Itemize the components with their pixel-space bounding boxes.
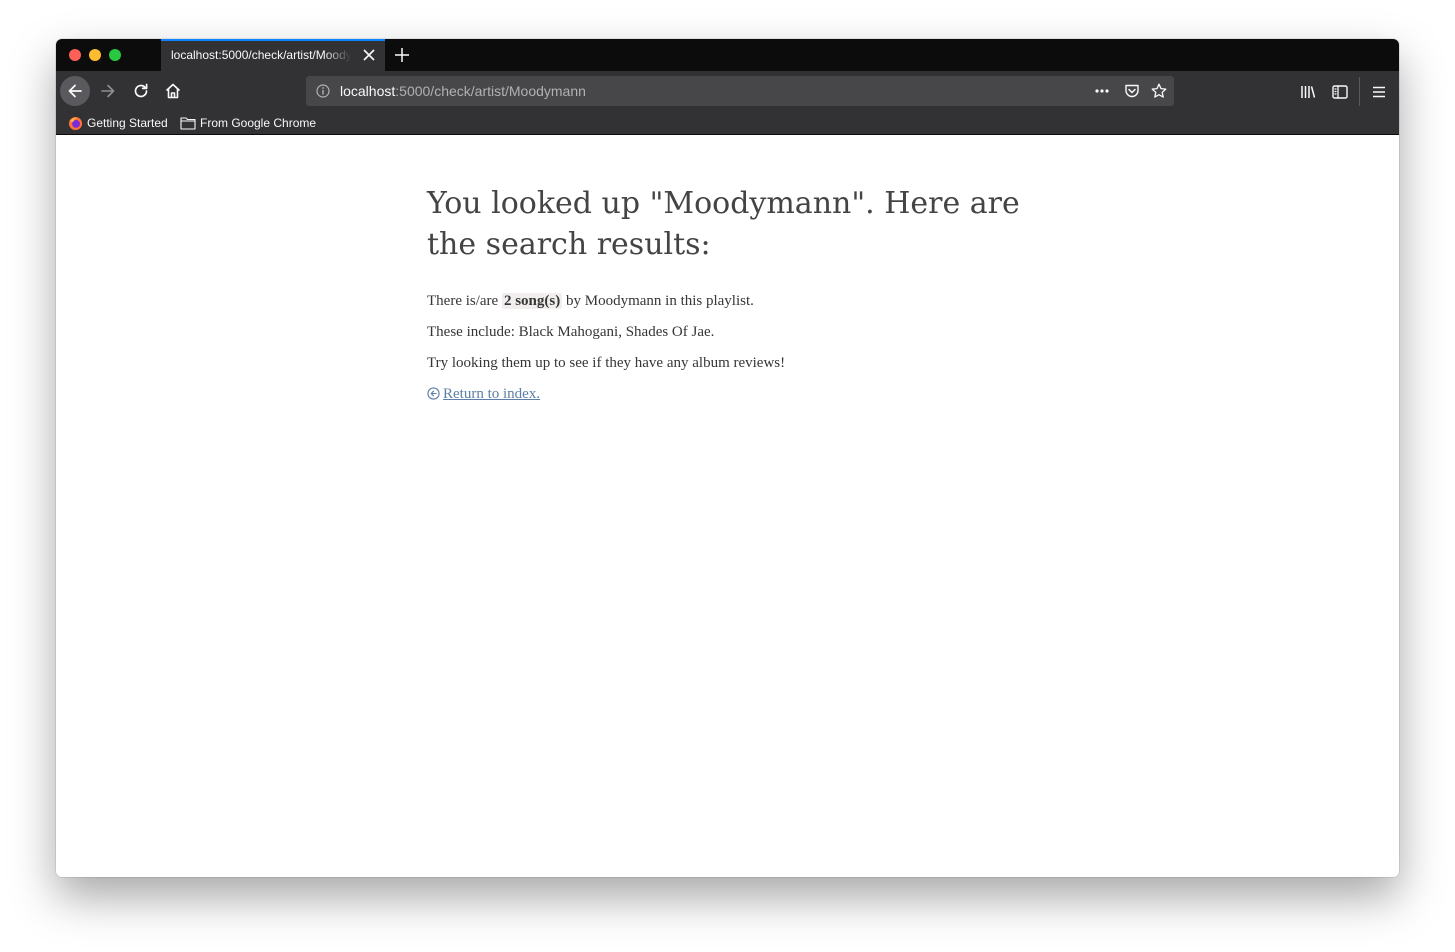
bookmarks-toolbar: Getting Started From Google Chrome: [56, 112, 1399, 135]
navigation-toolbar: localhost:5000/check/artist/Moodymann: [56, 71, 1399, 112]
bookmark-label: Getting Started: [87, 116, 168, 130]
reload-button[interactable]: [126, 76, 156, 106]
info-icon[interactable]: [316, 84, 330, 98]
arrow-circle-left-icon: [427, 387, 440, 400]
close-icon[interactable]: [363, 49, 375, 61]
folder-icon: [180, 117, 196, 130]
page-title: You looked up "Moodymann". Here are the …: [427, 186, 1020, 262]
library-icon[interactable]: [1299, 83, 1317, 101]
toolbar-separator: [1359, 77, 1360, 106]
pocket-icon[interactable]: [1124, 83, 1140, 99]
url-text[interactable]: localhost:5000/check/artist/Moodymann: [340, 83, 586, 99]
reload-icon: [134, 83, 148, 98]
firefox-icon: [68, 116, 83, 130]
back-button[interactable]: [60, 76, 90, 106]
bookmark-star-icon[interactable]: [1151, 83, 1167, 99]
bookmark-label: From Google Chrome: [200, 116, 317, 130]
bookmark-folder-from-google-chrome[interactable]: From Google Chrome: [180, 115, 316, 131]
arrow-right-icon: [101, 84, 115, 98]
main-section: You looked up "Moodymann". Here are the …: [427, 183, 1067, 404]
close-window-button[interactable]: [69, 49, 81, 61]
suggestion-text: Try looking them up to see if they have …: [427, 355, 786, 371]
bookmark-getting-started[interactable]: Getting Started: [68, 115, 168, 131]
page-actions-dots-icon[interactable]: [1094, 83, 1110, 99]
songs-list-text: These include: Black Mahogani, Shades Of…: [427, 324, 715, 340]
hamburger-menu-icon[interactable]: [1370, 83, 1388, 101]
song-count-text: There is/are 2 song(s) by Moodymann in t…: [427, 291, 1067, 311]
tab-strip: localhost:5000/check/artist/Moodymann: [56, 39, 1399, 71]
return-link-label: Return to index.: [443, 386, 541, 402]
browser-window: localhost:5000/check/artist/Moodymann: [56, 39, 1399, 877]
minimize-window-button[interactable]: [89, 49, 101, 61]
home-icon: [165, 83, 181, 99]
maximize-window-button[interactable]: [109, 49, 121, 61]
arrow-left-icon: [68, 84, 82, 98]
forward-button[interactable]: [93, 76, 123, 106]
count-prefix: There is/are: [427, 293, 502, 309]
tab-active[interactable]: localhost:5000/check/artist/Moodymann: [161, 39, 385, 71]
tab-title: localhost:5000/check/artist/Moodymann: [171, 48, 351, 62]
sidebar-icon[interactable]: [1331, 83, 1349, 101]
home-button[interactable]: [158, 76, 188, 106]
return-row: Return to index.: [427, 384, 1067, 404]
return-to-index-link[interactable]: Return to index.: [427, 386, 540, 402]
url-path: :5000/check/artist/Moodymann: [395, 83, 586, 99]
url-bar[interactable]: localhost:5000/check/artist/Moodymann: [306, 76, 1174, 106]
page-content: You looked up "Moodymann". Here are the …: [56, 135, 1399, 877]
url-host: localhost: [340, 83, 396, 99]
new-tab-plus-icon[interactable]: [394, 47, 410, 63]
count-suffix: by Moodymann in this playlist.: [562, 293, 754, 309]
song-count-highlight: 2 song(s): [501, 293, 563, 309]
